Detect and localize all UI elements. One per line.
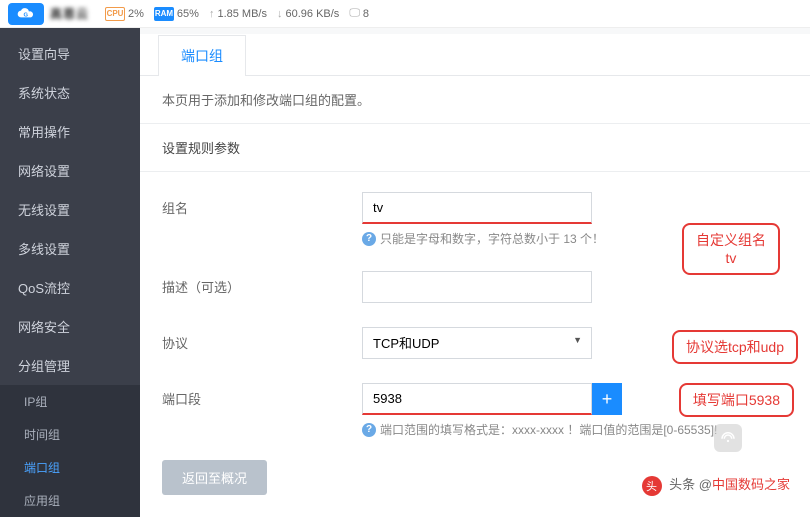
hint-port: ? 端口范围的填写格式是：xxxx-xxxx ！端口值的范围是[0-65535]… [362, 421, 788, 438]
monitor-icon: 🖵 [349, 7, 360, 20]
info-icon: ? [362, 232, 376, 246]
avatar-icon: 头 [642, 476, 662, 496]
sidebar-sub-port[interactable]: 端口组 [0, 451, 140, 484]
download-stat: ↓ 60.96 KB/s [277, 8, 339, 20]
up-arrow-icon: ↑ [209, 8, 215, 20]
callout-groupname: 自定义组名 tv [682, 223, 780, 275]
select-protocol[interactable]: TCP和UDP [362, 327, 592, 359]
tab-portgroup[interactable]: 端口组 [158, 35, 246, 76]
sidebar-item-groups[interactable]: 分组管理 [0, 346, 140, 385]
back-button[interactable]: 返回至概况 [162, 460, 267, 495]
down-arrow-icon: ↓ [277, 8, 283, 20]
stats-bar: CPU 2% RAM 65% ↑ 1.85 MB/s ↓ 60.96 KB/s … [105, 7, 369, 21]
label-protocol: 协议 [162, 327, 362, 352]
clients-value: 8 [363, 8, 369, 20]
input-description[interactable] [362, 271, 592, 303]
main-content: 端口组 本页用于添加和修改端口组的配置。 设置规则参数 组名 ? 只能是字母和数… [140, 28, 810, 500]
svg-text:G: G [24, 12, 29, 18]
add-port-button[interactable]: + [592, 383, 622, 415]
ram-value: 65% [177, 8, 199, 20]
label-groupname: 组名 [162, 192, 362, 217]
section-title: 设置规则参数 [140, 124, 810, 172]
sidebar-item-network[interactable]: 网络设置 [0, 151, 140, 190]
tab-bar: 端口组 [140, 34, 810, 76]
cpu-stat: CPU 2% [105, 7, 144, 21]
brand-text: 高恩云 [50, 5, 89, 22]
cloud-icon: G [16, 6, 36, 22]
sidebar-item-security[interactable]: 网络安全 [0, 307, 140, 346]
upload-stat: ↑ 1.85 MB/s [209, 8, 267, 20]
callout-port: 填写端口5938 [679, 383, 794, 417]
download-value: 60.96 KB/s [285, 8, 339, 20]
cpu-value: 2% [128, 8, 144, 20]
sidebar-item-multiwan[interactable]: 多线设置 [0, 229, 140, 268]
sidebar: 设置向导 系统状态 常用操作 网络设置 无线设置 多线设置 QoS流控 网络安全… [0, 28, 140, 500]
callout-protocol: 协议选tcp和udp [672, 330, 798, 364]
clients-stat: 🖵 8 [349, 7, 369, 20]
sidebar-sub-app[interactable]: 应用组 [0, 484, 140, 517]
sidebar-item-wizard[interactable]: 设置向导 [0, 34, 140, 73]
brand-logo: G [8, 3, 44, 25]
sidebar-item-wireless[interactable]: 无线设置 [0, 190, 140, 229]
sidebar-item-common[interactable]: 常用操作 [0, 112, 140, 151]
footer-credit: 头 头条 @中国数码之家 [642, 474, 790, 496]
sidebar-sub-time[interactable]: 时间组 [0, 418, 140, 451]
info-icon: ? [362, 423, 376, 437]
input-groupname[interactable] [362, 192, 592, 224]
topbar: G 高恩云 CPU 2% RAM 65% ↑ 1.85 MB/s ↓ 60.96… [0, 0, 810, 28]
upload-value: 1.85 MB/s [217, 8, 267, 20]
input-port[interactable] [362, 383, 592, 415]
sidebar-item-qos[interactable]: QoS流控 [0, 268, 140, 307]
label-port: 端口段 [162, 383, 362, 408]
ram-icon: RAM [154, 7, 174, 21]
sidebar-sub-ip[interactable]: IP组 [0, 385, 140, 418]
cpu-icon: CPU [105, 7, 125, 21]
sidebar-item-status[interactable]: 系统状态 [0, 73, 140, 112]
page-description: 本页用于添加和修改端口组的配置。 [140, 76, 810, 124]
ram-stat: RAM 65% [154, 7, 199, 21]
label-description: 描述（可选） [162, 271, 362, 296]
